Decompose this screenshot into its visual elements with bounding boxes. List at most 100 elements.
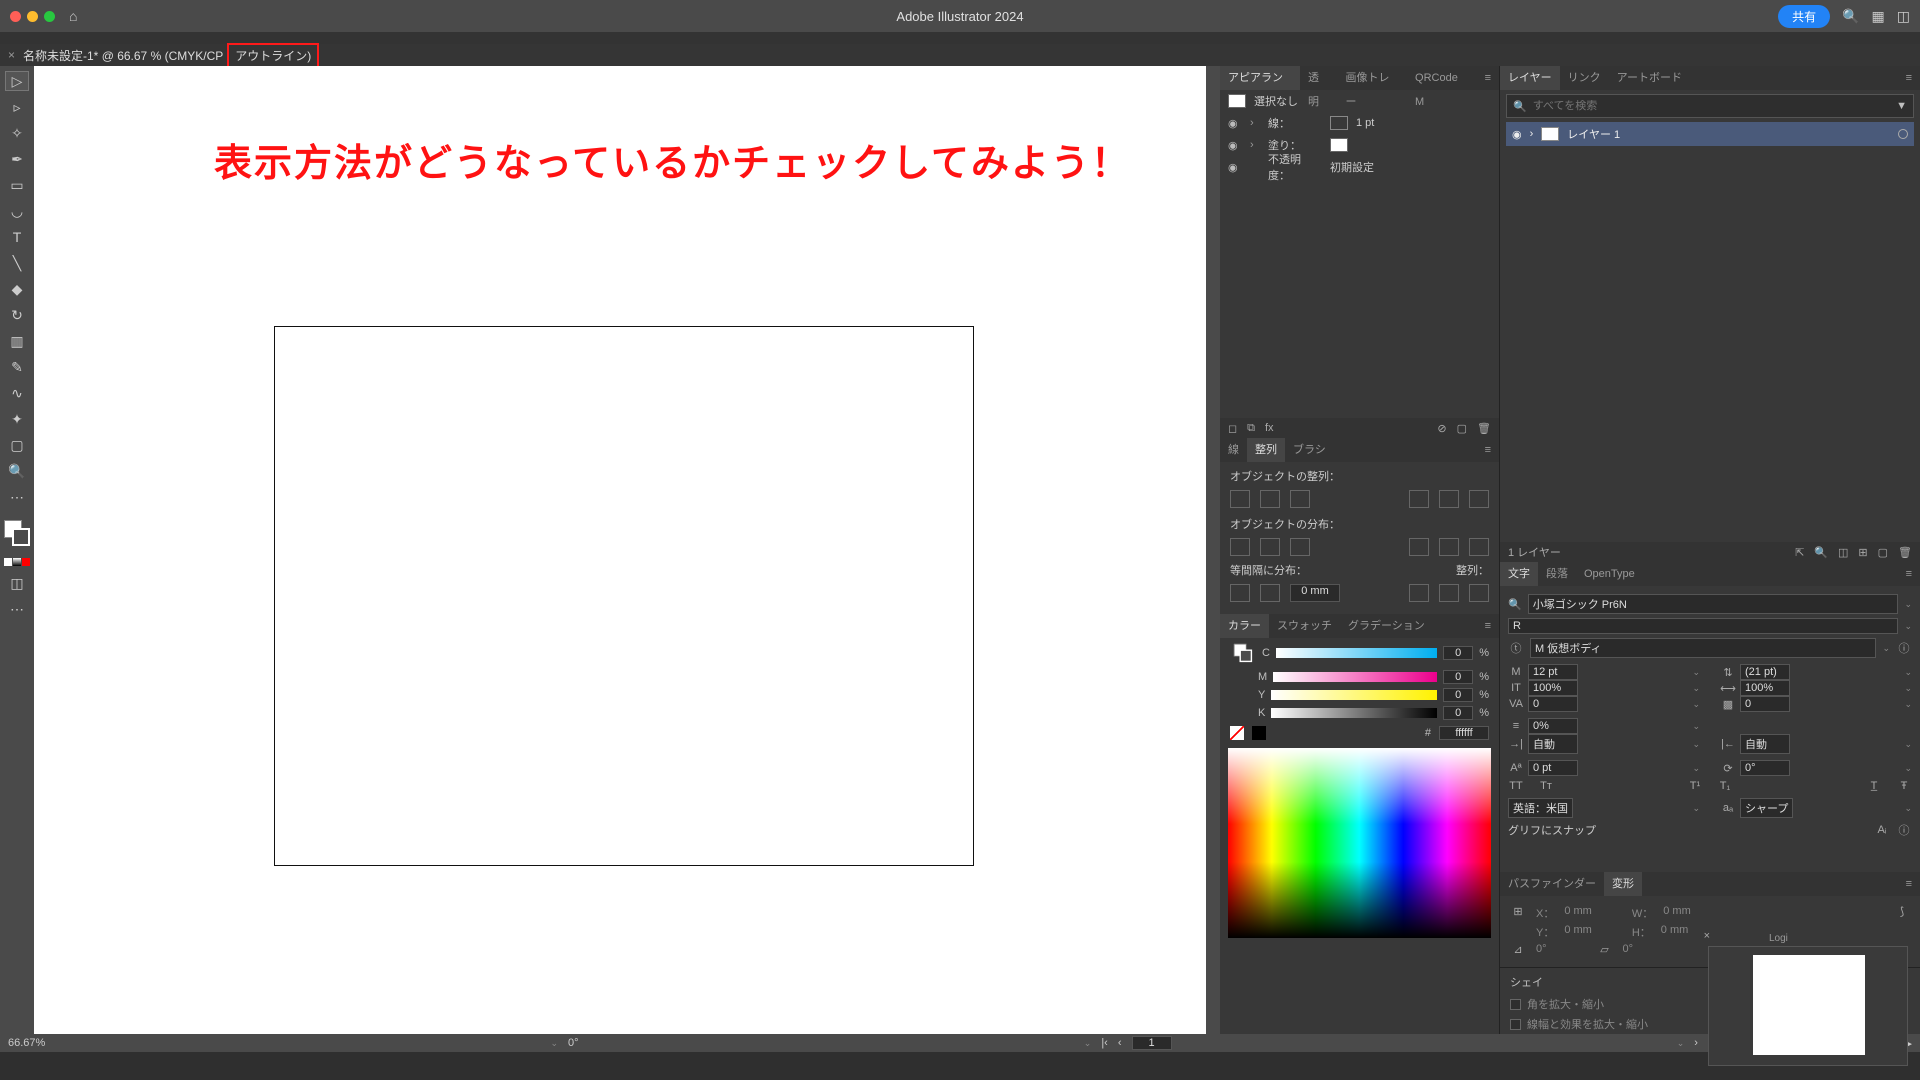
tab-swatches[interactable]: スウォッチ <box>1269 614 1340 638</box>
minimize-window-icon[interactable] <box>27 11 38 22</box>
new-layer-icon[interactable]: ▢ <box>1878 546 1888 559</box>
zoom-window-icon[interactable] <box>44 11 55 22</box>
locate-icon[interactable]: ⇱ <box>1795 546 1804 559</box>
clear-appearance-icon[interactable]: ◻ <box>1228 422 1237 435</box>
y-value[interactable]: 0 mm <box>1564 924 1592 940</box>
direct-selection-tool[interactable]: ▹ <box>6 98 28 116</box>
zoom-tool[interactable]: 🔍 <box>6 462 28 480</box>
black-slider[interactable] <box>1271 708 1437 718</box>
next-artboard-icon[interactable]: › <box>1694 1037 1698 1049</box>
rotate-tool[interactable]: ↻ <box>6 306 28 324</box>
rotate-view[interactable]: 0° <box>568 1037 579 1049</box>
rotate-value[interactable]: 0° <box>1536 943 1547 956</box>
stroke-swatch[interactable] <box>12 528 30 546</box>
magenta-value[interactable]: 0 <box>1443 670 1473 684</box>
tab-image-trace[interactable]: 画像トレー <box>1337 66 1407 90</box>
tsume-input[interactable]: 0% <box>1528 718 1578 734</box>
dist-right-button[interactable] <box>1469 538 1489 556</box>
expand-icon[interactable]: › <box>1250 139 1260 151</box>
tab-appearance[interactable]: アピアランス <box>1220 66 1300 90</box>
chevron-down-icon[interactable]: ⌄ <box>1904 599 1912 610</box>
pen-tool[interactable]: ✒ <box>6 150 28 168</box>
trash-icon[interactable]: 🗑 <box>1477 422 1491 435</box>
artboard-tool[interactable]: ▢ <box>6 436 28 454</box>
tab-character[interactable]: 文字 <box>1500 562 1538 586</box>
subscript-icon[interactable]: T₁ <box>1717 780 1733 792</box>
arrange-icon[interactable]: ◫ <box>1897 8 1910 25</box>
align-right-button[interactable] <box>1290 490 1310 508</box>
fill-stroke-control[interactable] <box>4 520 30 546</box>
panel-menu-icon[interactable]: ≡ <box>1898 878 1920 890</box>
duplicate-icon[interactable]: ⧉ <box>1247 422 1255 435</box>
new-sublayer-icon[interactable]: ⊞ <box>1858 546 1867 559</box>
tab-gradient[interactable]: グラデーション <box>1340 614 1433 638</box>
rectangle-tool[interactable]: ▭ <box>6 176 28 194</box>
symbol-sprayer-tool[interactable]: ✦ <box>6 410 28 428</box>
font-size-input[interactable]: 12 pt <box>1528 664 1578 680</box>
fill-row[interactable]: ◉ › 塗り： <box>1220 134 1499 156</box>
layer-item[interactable]: ◉ › レイヤー 1 <box>1506 122 1914 146</box>
visibility-icon[interactable]: ◉ <box>1228 139 1242 152</box>
info-icon[interactable]: ⓘ <box>1896 640 1912 656</box>
yellow-slider[interactable] <box>1271 690 1437 700</box>
toggle-expand-icon[interactable]: ⋯ <box>6 488 28 506</box>
font-family-input[interactable]: 小塚ゴシック Pr6N <box>1528 594 1899 614</box>
cyan-value[interactable]: 0 <box>1443 646 1473 660</box>
close-tab-icon[interactable]: × <box>8 48 15 62</box>
opacity-value[interactable]: 初期設定 <box>1330 159 1374 175</box>
allcaps-icon[interactable]: TT <box>1508 780 1524 792</box>
snap-opt-6[interactable] <box>1728 842 1754 864</box>
fx-icon[interactable]: fx <box>1265 422 1274 434</box>
hscale-input[interactable]: 100% <box>1740 680 1790 696</box>
tab-layers[interactable]: レイヤー <box>1500 66 1560 90</box>
tab-opentype[interactable]: OpenType <box>1576 562 1643 586</box>
aki-right-input[interactable]: 自動 <box>1740 734 1790 754</box>
layer-name[interactable]: レイヤー 1 <box>1567 126 1620 142</box>
glyph-snap-icon[interactable]: Aᵢ <box>1874 824 1890 836</box>
vscale-input[interactable]: 100% <box>1528 680 1578 696</box>
superscript-icon[interactable]: T¹ <box>1687 780 1703 792</box>
none-swatch[interactable] <box>1230 726 1244 740</box>
disable-icon[interactable]: ⊘ <box>1437 422 1446 435</box>
type-tool[interactable]: T <box>6 228 28 246</box>
search-icon[interactable]: 🔍 <box>1842 8 1859 25</box>
tab-paragraph[interactable]: 段落 <box>1538 562 1576 586</box>
panel-menu-icon[interactable]: ≡ <box>1477 72 1499 84</box>
tab-brushes[interactable]: ブラシ <box>1285 438 1334 462</box>
align-vcenter-button[interactable] <box>1439 490 1459 508</box>
info-icon[interactable]: ⓘ <box>1896 822 1912 838</box>
dist-left-button[interactable] <box>1409 538 1429 556</box>
layer-search-input[interactable] <box>1533 100 1890 112</box>
chevron-down-icon[interactable]: ⌄ <box>1904 621 1912 632</box>
panel-menu-icon[interactable]: ≡ <box>1477 444 1499 456</box>
magic-wand-tool[interactable]: ✧ <box>6 124 28 142</box>
align-to-artboard-button[interactable] <box>1439 584 1459 602</box>
visibility-icon[interactable]: ◉ <box>1512 128 1522 141</box>
workspace-icon[interactable]: ▦ <box>1872 8 1885 25</box>
navigator-thumbnail[interactable] <box>1753 955 1865 1055</box>
trash-icon[interactable]: 🗑 <box>1898 546 1912 559</box>
line-tool[interactable]: ╲ <box>6 254 28 272</box>
tracking-input[interactable]: 0 <box>1740 696 1790 712</box>
screen-mode-tool[interactable]: ◫ <box>6 574 28 592</box>
color-fillstroke[interactable] <box>1234 644 1252 662</box>
panel-menu-icon[interactable]: ≡ <box>1898 568 1920 580</box>
dist-vspace-button[interactable] <box>1230 584 1250 602</box>
new-icon[interactable]: ▢ <box>1457 422 1467 435</box>
navigator-panel[interactable]: Logi <box>1708 946 1908 1066</box>
edit-toolbar-icon[interactable]: ⋯ <box>6 600 28 618</box>
tab-align[interactable]: 整列 <box>1247 438 1285 462</box>
x-value[interactable]: 0 mm <box>1564 905 1592 921</box>
font-style-input[interactable]: R <box>1508 618 1898 634</box>
expand-icon[interactable]: › <box>1250 117 1260 129</box>
chevron-down-icon[interactable]: ⌄ <box>1882 643 1890 654</box>
prev-artboard-icon[interactable]: ‹ <box>1118 1037 1122 1049</box>
aki-left-input[interactable]: 自動 <box>1528 734 1578 754</box>
stroke-color-swatch[interactable] <box>1330 116 1348 130</box>
snap-opt-2[interactable] <box>1552 842 1578 864</box>
baseline-input[interactable]: 0 pt <box>1528 760 1578 776</box>
tab-stroke[interactable]: 線 <box>1220 438 1247 462</box>
language-select[interactable]: 英語：米国 <box>1508 798 1573 818</box>
snap-opt-4[interactable] <box>1640 842 1666 864</box>
blend-tool[interactable]: ∿ <box>6 384 28 402</box>
